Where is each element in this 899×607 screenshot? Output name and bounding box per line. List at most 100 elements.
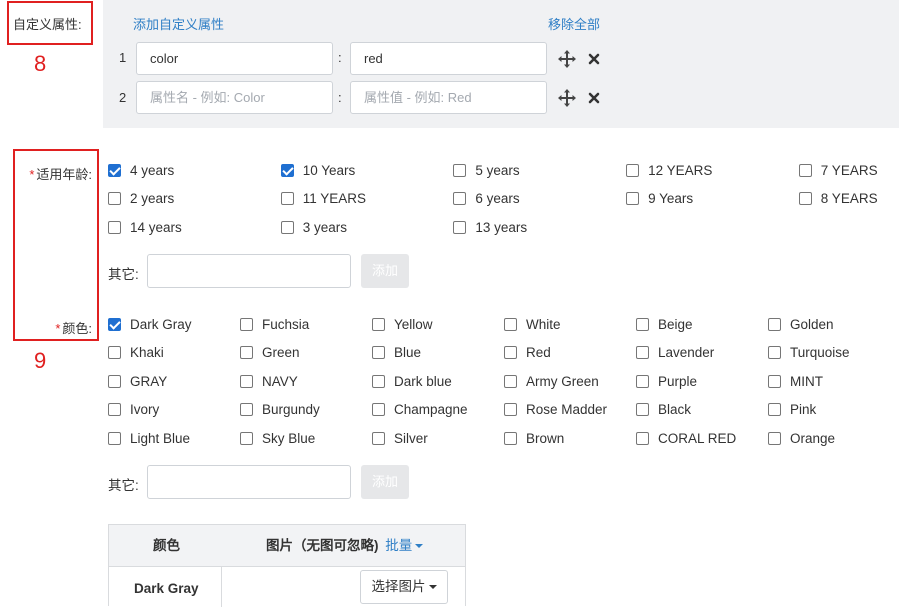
checkbox-option[interactable]: 12 YEARS (626, 162, 712, 178)
checkbox-unchecked[interactable] (636, 431, 649, 445)
checkbox-unchecked[interactable] (108, 431, 121, 445)
checkbox-unchecked[interactable] (453, 192, 467, 205)
checkbox-unchecked[interactable] (280, 220, 294, 234)
checkbox-unchecked[interactable] (108, 374, 121, 388)
checkbox-unchecked[interactable] (636, 346, 649, 359)
checkbox-option[interactable]: 11 YEARS (280, 191, 366, 207)
checkbox-option[interactable]: Fuchsia (240, 316, 309, 332)
checkbox-unchecked[interactable] (240, 317, 253, 331)
checkbox-unchecked[interactable] (240, 374, 253, 388)
close-x-icon[interactable] (588, 92, 600, 104)
checkbox-checked[interactable] (108, 317, 121, 331)
checkbox-option[interactable]: Green (240, 345, 300, 361)
checkbox-option[interactable]: CORAL RED (636, 430, 736, 446)
checkbox-unchecked[interactable] (768, 431, 781, 445)
remove-all-link[interactable]: 移除全部 (548, 14, 600, 33)
checkbox-unchecked[interactable] (108, 192, 121, 205)
checkbox-option[interactable]: MINT (768, 373, 823, 389)
attr-name-input[interactable]: color (136, 42, 333, 75)
attr-value-input[interactable]: 属性值 - 例如: Red (350, 81, 547, 114)
close-x-icon[interactable] (588, 53, 600, 65)
move-arrows-icon[interactable] (557, 49, 577, 69)
checkbox-checked[interactable] (280, 163, 294, 177)
checkbox-unchecked[interactable] (372, 431, 385, 445)
checkbox-option[interactable]: Yellow (372, 316, 433, 332)
checkbox-option[interactable]: 8 YEARS (798, 191, 878, 207)
checkbox-unchecked[interactable] (372, 317, 385, 331)
move-arrows-icon[interactable] (557, 88, 577, 108)
checkbox-option[interactable]: Light Blue (108, 430, 190, 446)
checkbox-unchecked[interactable] (280, 192, 294, 205)
checkbox-option[interactable]: Golden (768, 316, 834, 332)
checkbox-option[interactable]: Orange (768, 430, 835, 446)
checkbox-option[interactable]: Sky Blue (240, 430, 315, 446)
checkbox-option[interactable]: Champagne (372, 402, 468, 418)
checkbox-option[interactable]: 2 years (108, 191, 174, 207)
checkbox-option[interactable]: Red (504, 345, 551, 361)
checkbox-unchecked[interactable] (108, 220, 121, 234)
checkbox-unchecked[interactable] (768, 374, 781, 388)
checkbox-unchecked[interactable] (636, 317, 649, 331)
checkbox-option[interactable]: 3 years (280, 219, 347, 235)
age-other-input[interactable] (147, 254, 351, 288)
checkbox-option[interactable]: 5 years (453, 162, 520, 178)
color-other-input[interactable] (147, 465, 351, 499)
checkbox-option[interactable]: 13 years (453, 219, 527, 235)
checkbox-option[interactable]: Silver (372, 430, 428, 446)
checkbox-unchecked[interactable] (636, 403, 649, 416)
checkbox-option[interactable]: 4 years (108, 162, 174, 178)
checkbox-option[interactable]: Dark blue (372, 373, 452, 389)
checkbox-option[interactable]: Ivory (108, 402, 159, 418)
checkbox-unchecked[interactable] (372, 403, 385, 416)
checkbox-unchecked[interactable] (453, 163, 467, 177)
checkbox-unchecked[interactable] (504, 403, 517, 416)
checkbox-option[interactable]: Lavender (636, 345, 714, 361)
checkbox-unchecked[interactable] (372, 374, 385, 388)
checkbox-unchecked[interactable] (372, 346, 385, 359)
checkbox-option[interactable]: 9 Years (626, 191, 693, 207)
checkbox-unchecked[interactable] (240, 403, 253, 416)
checkbox-unchecked[interactable] (240, 346, 253, 359)
color-add-button[interactable]: 添加 (361, 465, 409, 499)
checkbox-unchecked[interactable] (108, 403, 121, 416)
checkbox-unchecked[interactable] (798, 192, 812, 205)
checkbox-option[interactable]: White (504, 316, 561, 332)
checkbox-option[interactable]: Blue (372, 345, 421, 361)
checkbox-option[interactable]: NAVY (240, 373, 298, 389)
checkbox-unchecked[interactable] (626, 192, 640, 205)
checkbox-option[interactable]: Beige (636, 316, 693, 332)
checkbox-option[interactable]: 10 Years (280, 162, 355, 178)
checkbox-unchecked[interactable] (504, 431, 517, 445)
checkbox-option[interactable]: Turquoise (768, 345, 850, 361)
add-custom-attribute-link[interactable]: 添加自定义属性 (133, 14, 224, 33)
checkbox-option[interactable]: Brown (504, 430, 564, 446)
checkbox-option[interactable]: 6 years (453, 191, 520, 207)
checkbox-unchecked[interactable] (768, 346, 781, 359)
checkbox-option[interactable]: Rose Madder (504, 402, 607, 418)
age-add-button[interactable]: 添加 (361, 254, 409, 288)
checkbox-option[interactable]: GRAY (108, 373, 167, 389)
checkbox-unchecked[interactable] (626, 163, 640, 177)
checkbox-option[interactable]: Khaki (108, 345, 164, 361)
batch-dropdown[interactable]: 批量 (385, 538, 424, 553)
checkbox-unchecked[interactable] (453, 220, 467, 234)
select-image-button[interactable]: 选择图片 (360, 570, 448, 604)
attr-name-input[interactable]: 属性名 - 例如: Color (136, 81, 333, 114)
checkbox-option[interactable]: 14 years (108, 219, 182, 235)
checkbox-unchecked[interactable] (636, 374, 649, 388)
checkbox-unchecked[interactable] (768, 317, 781, 331)
checkbox-unchecked[interactable] (504, 317, 517, 331)
checkbox-unchecked[interactable] (108, 346, 121, 359)
checkbox-option[interactable]: Pink (768, 402, 816, 418)
checkbox-option[interactable]: Purple (636, 373, 697, 389)
attr-value-input[interactable]: red (350, 42, 547, 75)
checkbox-option[interactable]: Black (636, 402, 691, 418)
checkbox-unchecked[interactable] (504, 346, 517, 359)
checkbox-unchecked[interactable] (240, 431, 253, 445)
checkbox-option[interactable]: Dark Gray (108, 316, 192, 332)
checkbox-unchecked[interactable] (798, 163, 812, 177)
checkbox-option[interactable]: 7 YEARS (798, 162, 878, 178)
checkbox-option[interactable]: Army Green (504, 373, 599, 389)
checkbox-unchecked[interactable] (768, 403, 781, 416)
checkbox-option[interactable]: Burgundy (240, 402, 320, 418)
